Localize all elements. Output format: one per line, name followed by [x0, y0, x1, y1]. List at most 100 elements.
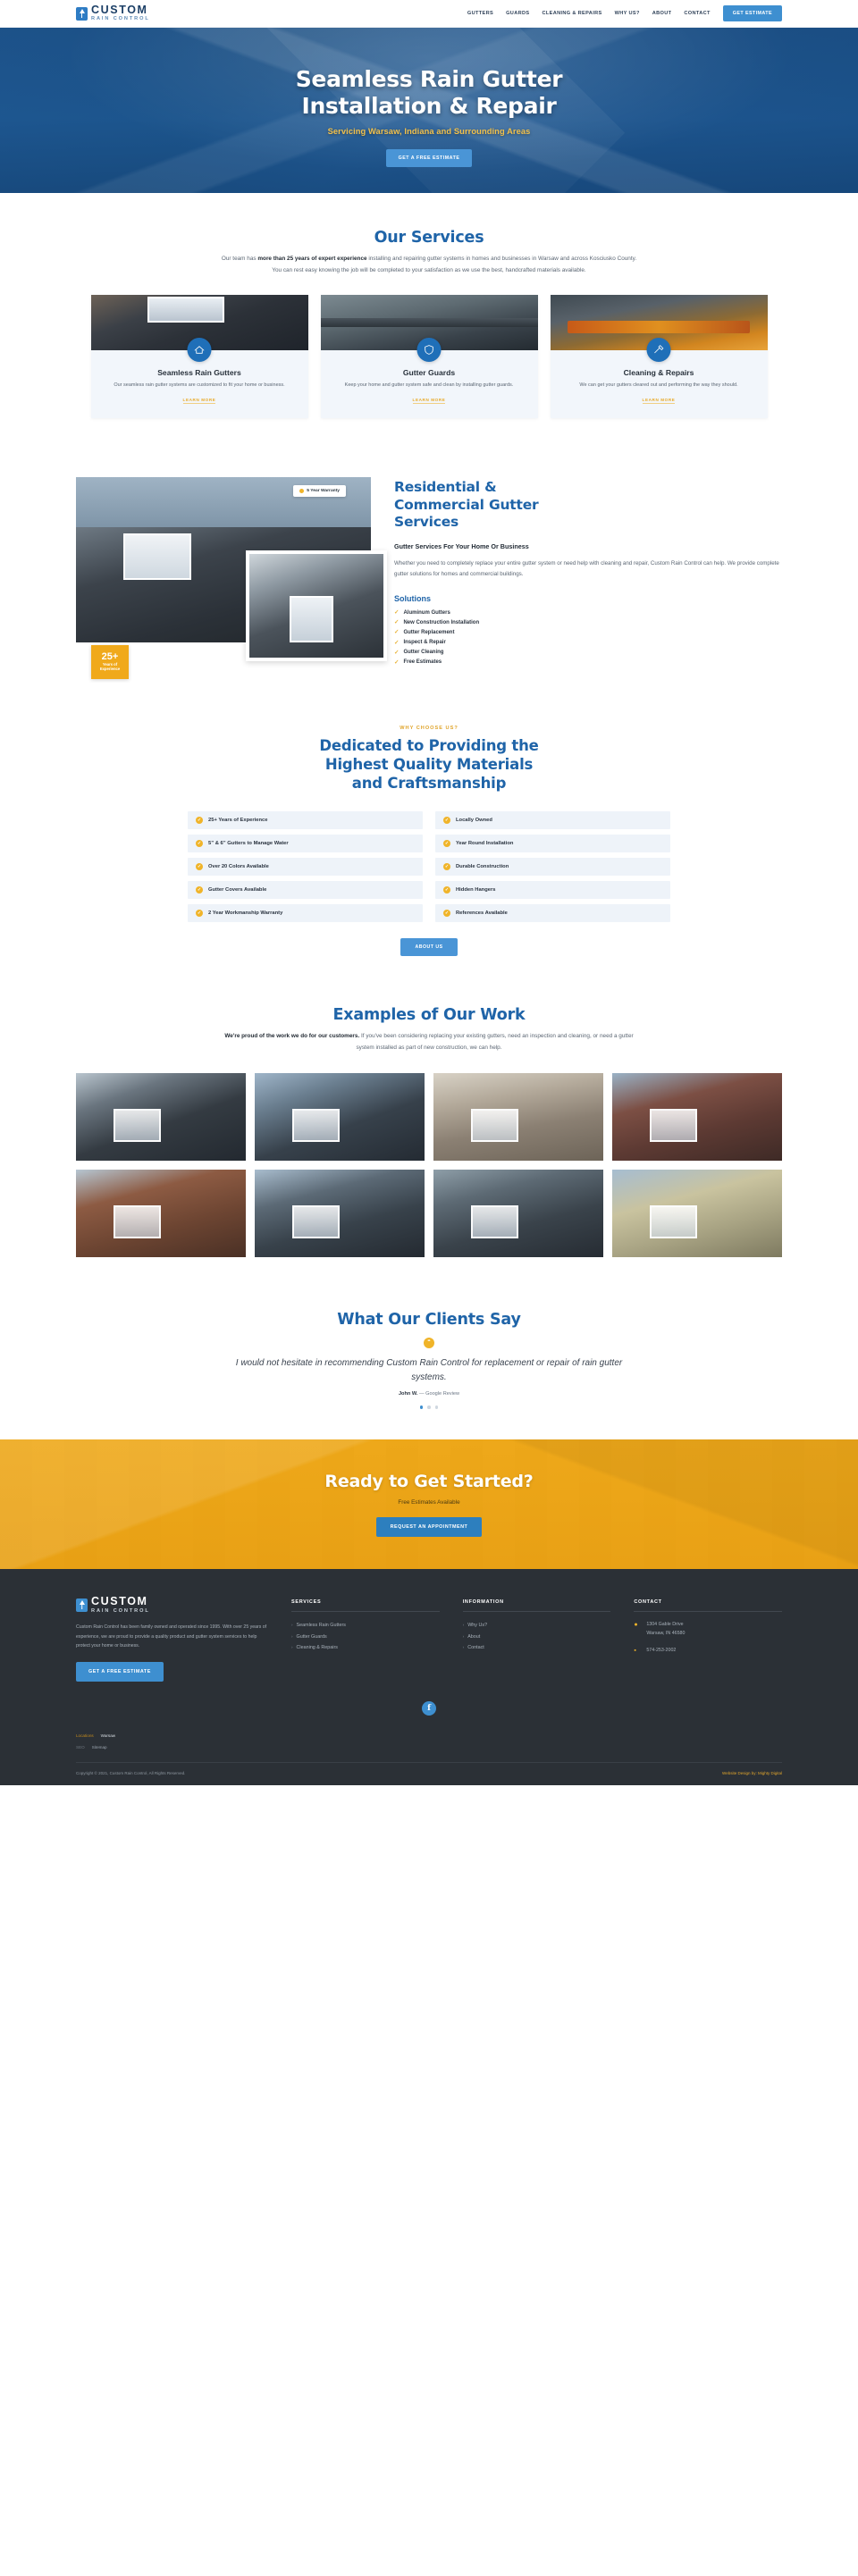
check-circle-icon: ✓ [196, 816, 203, 824]
solution-item: ✓ Inspect & Repair [394, 638, 782, 648]
brand-text: CUSTOM RAIN CONTROL [91, 4, 150, 21]
nav-item-about[interactable]: ABOUT [652, 11, 672, 16]
check-circle-icon: ✓ [196, 862, 203, 870]
why-feature-label: 2 Year Workmanship Warranty [208, 910, 283, 916]
nav-item-why-us[interactable]: WHY US? [615, 11, 640, 16]
gallery-image[interactable] [612, 1073, 782, 1162]
service-card-learn-more-link[interactable]: LEARN MORE [642, 398, 676, 405]
facebook-icon[interactable]: f [422, 1700, 436, 1716]
request-appointment-button[interactable]: REQUEST AN APPOINTMENT [375, 1516, 483, 1537]
footer-link-cleaning-repairs[interactable]: › Cleaning & Repairs [291, 1642, 440, 1654]
check-circle-icon: ✓ [443, 862, 450, 870]
why-feature-label: References Available [456, 910, 508, 916]
service-card-desc: Keep your home and gutter system safe an… [344, 382, 514, 388]
solution-label: Gutter Replacement [403, 630, 455, 636]
service-card-desc: We can get your gutters cleared out and … [579, 382, 738, 388]
nav-item-contact[interactable]: CONTACT [684, 11, 710, 16]
carousel-dot-3[interactable] [434, 1405, 439, 1409]
why-feature-label: Hidden Hangers [456, 886, 496, 893]
gallery-intro: We're proud of the work we do for our cu… [219, 1031, 639, 1054]
footer-brand-logo[interactable]: CUSTOM RAIN CONTROL [76, 1596, 268, 1615]
footer-link-seamless-rain-gutters[interactable]: › Seamless Rain Gutters [291, 1620, 440, 1632]
check-circle-icon: ✓ [196, 885, 203, 894]
gallery-heading: Examples of Our Work [332, 1005, 526, 1024]
carousel-dot-2[interactable] [427, 1405, 431, 1409]
page-root: CUSTOM RAIN CONTROL GUTTERS GUARDS CLEAN… [0, 0, 858, 1785]
our-services-section: Our Services Our team has more than 25 y… [0, 193, 858, 446]
years-number: 25+ [101, 650, 119, 662]
gallery-image[interactable] [612, 1170, 782, 1258]
solutions-list: ✓ Aluminum Gutters ✓ New Construction Inst… [394, 608, 782, 668]
solution-label: Aluminum Gutters [403, 609, 450, 616]
residential-title: Residential & Commercial Gutter Services [394, 479, 782, 532]
footer-brand-text: CUSTOM RAIN CONTROL [91, 1596, 150, 1615]
footer-link-label: About [467, 1633, 481, 1640]
service-card-learn-more-link[interactable]: LEARN MORE [182, 398, 216, 405]
warranty-dot-icon [299, 489, 305, 494]
gallery-image[interactable] [255, 1170, 425, 1258]
service-card-seamless-rain-gutters[interactable]: Seamless Rain Gutters Our seamless rain … [90, 294, 308, 419]
get-estimate-button[interactable]: GET ESTIMATE [722, 5, 782, 21]
check-icon: ✓ [394, 649, 400, 656]
footer-bottom-bar: Copyright © 2021, Custom Rain Control, A… [76, 1761, 782, 1785]
footer-sitemap-link[interactable]: Sitemap [92, 1745, 107, 1749]
footer-brand-column: CUSTOM RAIN CONTROL Custom Rain Control … [76, 1596, 268, 1682]
service-card-gutter-guards[interactable]: Gutter Guards Keep your home and gutter … [320, 294, 538, 419]
check-circle-icon: ✓ [196, 909, 203, 917]
check-icon: ✓ [394, 659, 400, 666]
chevron-right-icon: › [462, 1633, 465, 1639]
hero-subtitle: Servicing Warsaw, Indiana and Surroundin… [327, 127, 531, 136]
chevron-right-icon: › [291, 1622, 293, 1627]
why-feature-item: ✓ 2 Year Workmanship Warranty [188, 903, 423, 922]
footer-address-row[interactable]: ● 1304 Gable Drive Warsaw, IN 46580 [634, 1621, 782, 1638]
gallery-image[interactable] [76, 1170, 246, 1258]
gallery-image[interactable] [255, 1073, 425, 1162]
why-feature-item: ✓ Over 20 Colors Available [188, 857, 423, 876]
about-us-button[interactable]: ABOUT US [400, 937, 458, 956]
check-circle-icon: ✓ [443, 839, 450, 847]
gallery-image[interactable] [433, 1170, 603, 1258]
services-intro-lead: Our team has [221, 256, 258, 262]
check-circle-icon: ✓ [443, 885, 450, 894]
residential-secondary-photo [246, 550, 387, 662]
why-choose-us-section: WHY CHOOSE US? Dedicated to Providing th… [0, 694, 858, 979]
why-feature-item: ✓ Locally Owned [435, 810, 670, 829]
service-card-learn-more-link[interactable]: LEARN MORE [412, 398, 446, 405]
footer-contact-details: ● 1304 Gable Drive Warsaw, IN 46580 ▪ 57… [634, 1621, 782, 1656]
footer-link-why-us[interactable]: › Why Us? [463, 1620, 611, 1632]
nav-item-cleaning-repairs[interactable]: CLEANING & REPAIRS [542, 11, 601, 16]
check-circle-icon: ✓ [443, 816, 450, 824]
footer-link-about[interactable]: › About [463, 1632, 611, 1643]
footer-link-contact[interactable]: › Contact [463, 1642, 611, 1654]
why-feature-item: ✓ References Available [435, 903, 670, 922]
footer-locations-value[interactable]: Warsaw [101, 1733, 115, 1738]
hero-free-estimate-button[interactable]: GET A FREE ESTIMATE [385, 149, 473, 167]
footer-credit-link[interactable]: Website Design by: Mighty Digital [722, 1771, 782, 1775]
site-header: CUSTOM RAIN CONTROL GUTTERS GUARDS CLEAN… [0, 0, 858, 28]
nav-item-guards[interactable]: GUARDS [506, 11, 529, 16]
check-icon: ✓ [394, 639, 400, 646]
solution-label: Free Estimates [403, 659, 442, 666]
footer-contact-heading: CONTACT [634, 1599, 783, 1612]
why-feature-item: ✓ Hidden Hangers [435, 880, 670, 899]
service-card-cleaning-repairs[interactable]: Cleaning & Repairs We can get your gutte… [550, 294, 768, 419]
why-feature-item: ✓ Year Round Installation [435, 834, 670, 852]
testimonials-heading: What Our Clients Say [337, 1311, 521, 1330]
quote-mark-icon: “ [424, 1338, 434, 1349]
footer-link-gutter-guards[interactable]: › Gutter Guards [291, 1632, 440, 1643]
footer-phone-row[interactable]: ▪ 574-253-2002 [634, 1647, 782, 1656]
phone-icon: ▪ [634, 1648, 636, 1655]
carousel-dot-1[interactable] [419, 1405, 424, 1409]
solution-item: ✓ Free Estimates [394, 658, 782, 667]
footer-link-label: Contact [467, 1645, 484, 1651]
chevron-right-icon: › [462, 1645, 465, 1650]
gallery-image[interactable] [76, 1073, 246, 1162]
brand-logo[interactable]: CUSTOM RAIN CONTROL [76, 4, 150, 21]
nav-item-gutters[interactable]: GUTTERS [467, 11, 493, 16]
footer-meta: Locations Warsaw SEO Sitemap [76, 1733, 782, 1749]
gallery-image[interactable] [433, 1073, 603, 1162]
why-feature-label: 25+ Years of Experience [208, 817, 268, 823]
check-icon: ✓ [394, 629, 400, 636]
footer-free-estimate-button[interactable]: GET A FREE ESTIMATE [76, 1661, 164, 1682]
service-card-title: Seamless Rain Gutters [157, 367, 241, 377]
